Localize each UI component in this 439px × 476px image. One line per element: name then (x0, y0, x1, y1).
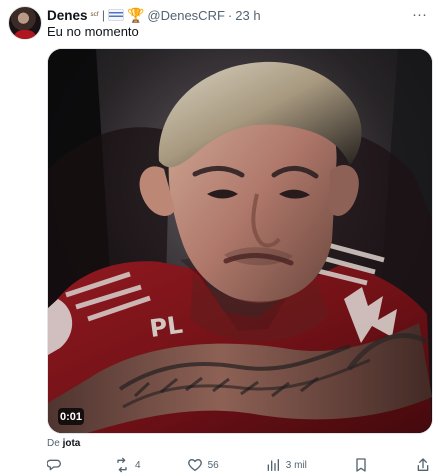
view-count: 3 mil (285, 459, 307, 471)
share-button[interactable] (415, 456, 431, 474)
share-icon (415, 457, 431, 473)
views-chart-icon (265, 457, 281, 473)
avatar-shirt (13, 30, 37, 39)
video-duration-badge: 0:01 (58, 408, 84, 425)
uruguay-flag-icon (107, 9, 124, 21)
video-frame: PL (48, 49, 432, 433)
heart-icon (187, 457, 203, 473)
time-separator: · (227, 7, 233, 23)
attribution-prefix: De (47, 438, 60, 449)
like-button[interactable]: 56 (187, 456, 219, 474)
tweet-actions: 4 56 3 mil (47, 456, 431, 474)
attribution-author[interactable]: jota (63, 438, 81, 449)
reply-button[interactable] (47, 456, 68, 474)
retweet-icon (114, 457, 130, 473)
author-name-badges: ˢᶜᶠ (90, 10, 99, 20)
reply-icon (47, 457, 63, 473)
retweet-count: 4 (135, 459, 141, 471)
tweet-card[interactable]: Denes ˢᶜᶠ | 🏆 @DenesCRF · 23 h ··· Eu no… (0, 0, 439, 476)
tweet-header: Denes ˢᶜᶠ | 🏆 @DenesCRF · 23 h (47, 6, 261, 24)
tweet-text: Eu no momento (47, 24, 139, 39)
author-separator: | (101, 8, 105, 22)
author-handle[interactable]: @DenesCRF (147, 8, 225, 23)
like-count: 56 (207, 459, 219, 471)
bookmark-icon (353, 457, 369, 473)
views-button[interactable]: 3 mil (265, 456, 307, 474)
tweet-time[interactable]: 23 h (235, 8, 260, 23)
trophy-icon: 🏆 (126, 7, 145, 23)
author-name[interactable]: Denes (47, 8, 88, 23)
video-media[interactable]: PL 0:01 (47, 48, 433, 434)
bookmark-button[interactable] (353, 456, 369, 474)
media-attribution[interactable]: De jota (47, 438, 80, 449)
retweet-button[interactable]: 4 (114, 456, 141, 474)
author-avatar[interactable] (8, 6, 42, 40)
more-options-button[interactable]: ··· (412, 7, 427, 22)
